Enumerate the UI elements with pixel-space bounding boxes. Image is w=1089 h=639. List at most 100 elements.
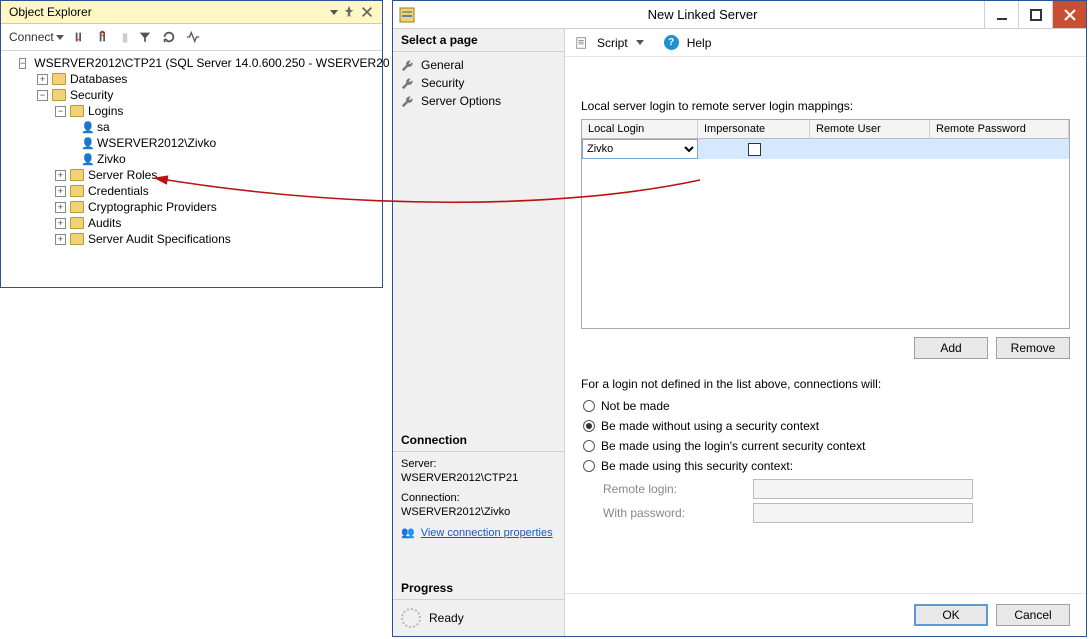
tree-server-node[interactable]: − WSERVER2012\CTP21 (SQL Server 14.0.600… [5,55,382,71]
ok-button[interactable]: OK [914,604,988,626]
spinner-icon [401,608,421,628]
radio-label: Be made without using a security context [601,419,819,433]
expand-icon[interactable]: + [55,202,66,213]
tree-audit-specs-node[interactable]: + Server Audit Specifications [5,231,382,247]
help-button[interactable]: Help [687,36,712,50]
tree-server-roles-node[interactable]: + Server Roles [5,167,382,183]
refresh-icon[interactable] [160,28,178,46]
connection-header: Connection [393,429,564,452]
local-login-select[interactable]: Zivko [582,139,698,159]
folder-icon [52,89,66,101]
dialog-right-pane: Script ? Help Local server login to remo… [565,29,1086,636]
server-value: WSERVER2012\CTP21 [401,472,556,484]
radio-current-security[interactable]: Be made using the login's current securi… [583,439,1068,453]
script-button[interactable]: Script [597,36,628,50]
radio-no-security[interactable]: Be made without using a security context [583,419,1068,433]
tree-login-item[interactable]: 👤 WSERVER2012\Zivko [5,135,382,151]
tree-server-label: WSERVER2012\CTP21 (SQL Server 14.0.600.2… [34,56,389,70]
toolbar-icon-2[interactable] [96,28,114,46]
page-label: General [421,58,464,72]
folder-icon [70,201,84,213]
mappings-label: Local server login to remote server logi… [581,99,1070,113]
close-button[interactable] [1052,1,1086,28]
page-server-options[interactable]: Server Options [393,92,564,110]
expand-icon[interactable]: + [55,170,66,181]
radio-icon[interactable] [583,460,595,472]
remote-password-cell[interactable] [930,139,1069,159]
remote-user-cell[interactable] [810,139,930,159]
remote-login-label: Remote login: [603,482,743,496]
radio-label: Be made using the login's current securi… [601,439,865,453]
tree-logins-label: Logins [88,104,123,118]
remote-login-input [753,479,973,499]
remove-button[interactable]: Remove [996,337,1070,359]
wrench-icon [401,76,415,90]
object-explorer-toolbar: Connect ▮ [1,24,382,51]
minimize-button[interactable] [984,1,1018,28]
with-password-label: With password: [603,506,743,520]
dialog-app-icon [393,1,421,28]
cancel-button[interactable]: Cancel [996,604,1070,626]
add-button[interactable]: Add [914,337,988,359]
tree-label: Credentials [88,184,149,198]
collapse-icon[interactable]: − [55,106,66,117]
object-explorer-panel: Object Explorer Connect ▮ − WSERVER2012\… [0,0,383,288]
tree-login-item[interactable]: 👤 sa [5,119,382,135]
view-connection-properties-link[interactable]: View connection properties [421,527,553,539]
maximize-button[interactable] [1018,1,1052,28]
page-general[interactable]: General [393,56,564,74]
tree-databases-node[interactable]: + Databases [5,71,382,87]
radio-label: Not be made [601,399,670,413]
script-dropdown-icon[interactable] [636,40,644,45]
filter-icon[interactable] [136,28,154,46]
pin-icon[interactable] [342,5,356,19]
tree-logins-node[interactable]: − Logins [5,103,382,119]
grid-header-remote-password[interactable]: Remote Password [930,120,1069,138]
radio-not-made[interactable]: Not be made [583,399,1068,413]
panel-dropdown-icon[interactable] [330,10,338,15]
tree-login-label: WSERVER2012\Zivko [97,136,216,150]
grid-header-impersonate[interactable]: Impersonate [698,120,810,138]
folder-icon [70,217,84,229]
tree-security-node[interactable]: − Security [5,87,382,103]
collapse-icon[interactable]: − [37,90,48,101]
tree-crypto-node[interactable]: + Cryptographic Providers [5,199,382,215]
connection-label: Connection: [401,492,556,504]
progress-status: Ready [429,611,464,625]
toolbar-icon-1[interactable] [72,28,90,46]
folder-icon [70,185,84,197]
connect-button[interactable]: Connect [7,28,66,46]
expand-icon[interactable]: + [37,74,48,85]
expand-icon[interactable]: + [55,218,66,229]
expand-icon[interactable]: + [55,186,66,197]
activity-icon[interactable] [184,28,202,46]
folder-icon [52,73,66,85]
folder-icon [70,105,84,117]
close-panel-icon[interactable] [360,5,374,19]
radio-this-security[interactable]: Be made using this security context: [583,459,1068,473]
tree-audits-node[interactable]: + Audits [5,215,382,231]
tree-security-label: Security [70,88,113,102]
radio-icon[interactable] [583,420,595,432]
connection-value: WSERVER2012\Zivko [401,506,556,518]
tree-login-label: Zivko [97,152,126,166]
collapse-icon[interactable]: − [19,58,26,69]
server-label: Server: [401,458,556,470]
folder-icon [70,233,84,245]
new-linked-server-dialog: New Linked Server Select a page General … [392,0,1087,637]
tree-credentials-node[interactable]: + Credentials [5,183,382,199]
radio-icon[interactable] [583,440,595,452]
impersonate-checkbox[interactable] [748,143,761,156]
page-security[interactable]: Security [393,74,564,92]
folder-icon [70,169,84,181]
wrench-icon [401,94,415,108]
select-page-header: Select a page [393,29,564,52]
radio-icon[interactable] [583,400,595,412]
grid-row[interactable]: Zivko [582,139,1069,159]
grid-header-remote-user[interactable]: Remote User [810,120,930,138]
grid-header-local-login[interactable]: Local Login [582,120,698,138]
tree-login-item[interactable]: 👤 Zivko [5,151,382,167]
page-label: Security [421,76,464,90]
expand-icon[interactable]: + [55,234,66,245]
tree-databases-label: Databases [70,72,127,86]
